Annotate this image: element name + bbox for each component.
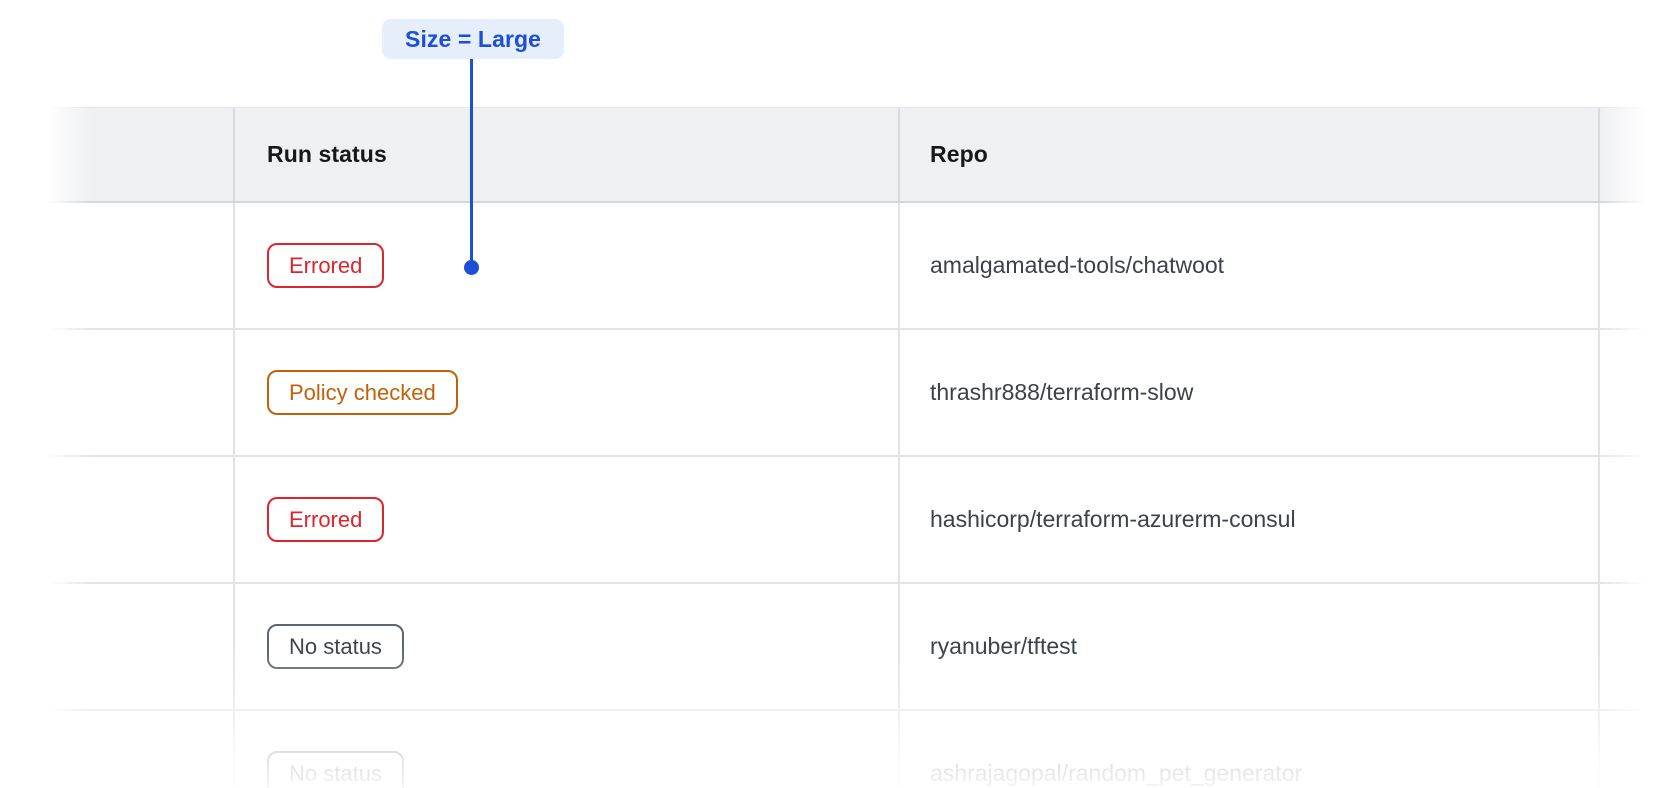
header-cell-repo: Repo — [898, 108, 1598, 201]
annotation-connector-dot-icon — [464, 260, 479, 275]
table-row[interactable]: No status ryanuber/tftest — [44, 584, 1672, 711]
run-status-badge: No status — [267, 751, 404, 788]
row-cell-left-empty — [44, 203, 233, 328]
table-row[interactable]: Errored hashicorp/terraform-azurerm-cons… — [44, 457, 1672, 584]
repo-name: amalgamated-tools/chatwoot — [930, 252, 1224, 279]
repo-name: ashrajagopal/random_pet_generator — [930, 760, 1302, 787]
header-cell-left-empty — [44, 108, 233, 201]
row-cell-repo: ryanuber/tftest — [898, 584, 1598, 709]
row-cell-run-status: No status — [233, 584, 898, 709]
screenshot-root: Run status Repo Errored amalgamated-tool… — [0, 0, 1672, 788]
repo-name: hashicorp/terraform-azurerm-consul — [930, 506, 1296, 533]
run-status-badge: Errored — [267, 243, 384, 288]
row-cell-repo: thrashr888/terraform-slow — [898, 330, 1598, 455]
row-cell-right-empty — [1598, 457, 1672, 582]
row-cell-left-empty — [44, 584, 233, 709]
repo-name: thrashr888/terraform-slow — [930, 379, 1193, 406]
header-cell-right-empty — [1598, 108, 1672, 201]
size-large-annotation-label: Size = Large — [405, 26, 541, 53]
row-cell-left-empty — [44, 711, 233, 788]
row-cell-right-empty — [1598, 330, 1672, 455]
row-cell-run-status: No status — [233, 711, 898, 788]
table-header-row: Run status Repo — [44, 107, 1672, 203]
annotation-connector-line — [470, 59, 473, 261]
size-large-annotation-pill: Size = Large — [382, 19, 564, 59]
row-cell-repo: hashicorp/terraform-azurerm-consul — [898, 457, 1598, 582]
run-status-badge: Policy checked — [267, 370, 458, 415]
row-cell-right-empty — [1598, 584, 1672, 709]
row-cell-repo: amalgamated-tools/chatwoot — [898, 203, 1598, 328]
table-row[interactable]: Errored amalgamated-tools/chatwoot — [44, 203, 1672, 330]
row-cell-run-status: Errored — [233, 203, 898, 328]
table-row[interactable]: No status ashrajagopal/random_pet_genera… — [44, 711, 1672, 788]
column-header-run-status: Run status — [267, 141, 387, 168]
row-cell-right-empty — [1598, 203, 1672, 328]
row-cell-left-empty — [44, 457, 233, 582]
table-row[interactable]: Policy checked thrashr888/terraform-slow — [44, 330, 1672, 457]
row-cell-run-status: Policy checked — [233, 330, 898, 455]
row-cell-left-empty — [44, 330, 233, 455]
run-status-badge: Errored — [267, 497, 384, 542]
runs-table: Run status Repo Errored amalgamated-tool… — [44, 107, 1672, 788]
column-header-repo: Repo — [930, 141, 988, 168]
row-cell-repo: ashrajagopal/random_pet_generator — [898, 711, 1598, 788]
row-cell-run-status: Errored — [233, 457, 898, 582]
row-cell-right-empty — [1598, 711, 1672, 788]
run-status-badge: No status — [267, 624, 404, 669]
repo-name: ryanuber/tftest — [930, 633, 1077, 660]
header-cell-run-status: Run status — [233, 108, 898, 201]
